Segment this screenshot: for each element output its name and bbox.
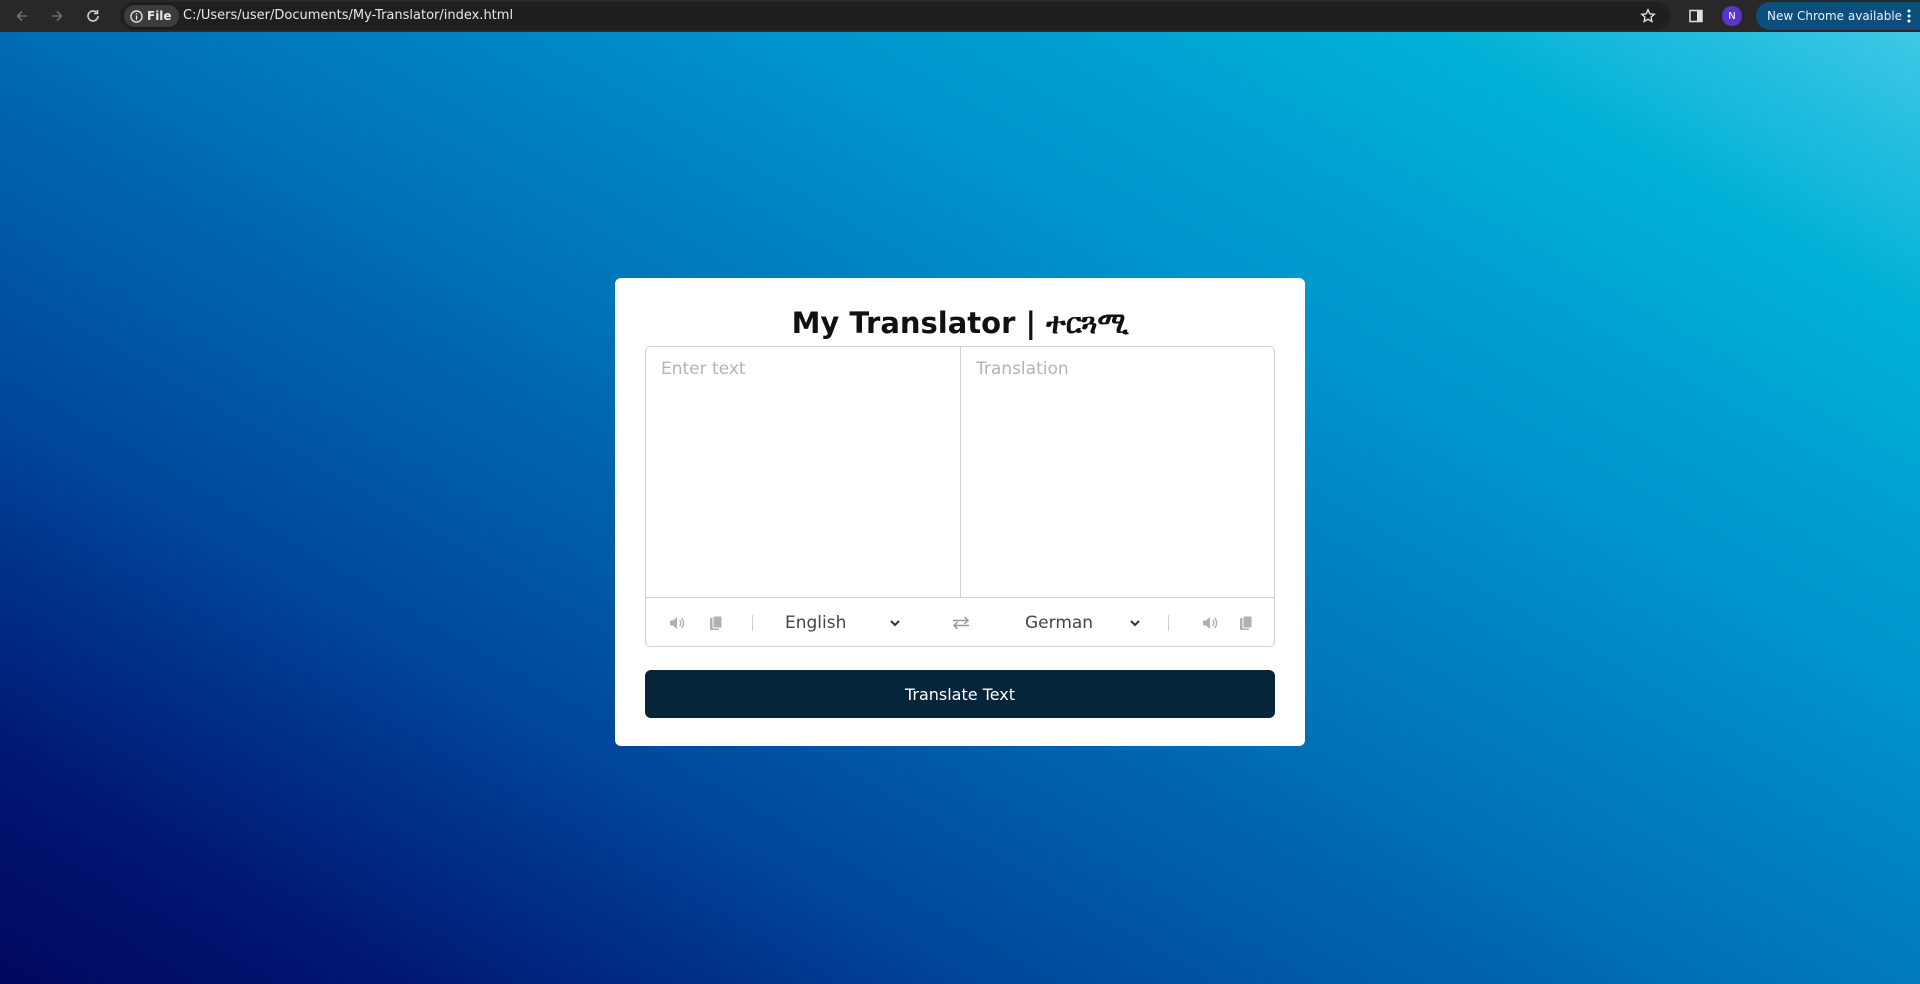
back-button[interactable] — [10, 4, 34, 28]
language-controls: English German — [646, 597, 1274, 646]
chrome-update-button[interactable]: New Chrome available — [1756, 2, 1920, 30]
side-panel-icon — [1689, 9, 1703, 23]
source-language-label: English — [785, 613, 847, 633]
text-input-container: English German — [645, 346, 1275, 647]
control-divider — [1168, 615, 1169, 631]
arrow-right-icon — [52, 10, 63, 22]
translation-output[interactable] — [961, 347, 1274, 597]
arrow-left-icon — [16, 10, 27, 22]
translator-card: My Translator | ተርጓሚ English — [615, 278, 1305, 746]
source-text-input[interactable] — [646, 347, 961, 597]
browser-toolbar: File C:/Users/user/Documents/My-Translat… — [0, 0, 1920, 32]
more-vertical-icon — [1907, 9, 1911, 23]
bookmark-button[interactable] — [1636, 4, 1660, 28]
control-divider — [752, 615, 753, 631]
target-language-label: German — [1025, 613, 1094, 633]
source-copy-button[interactable] — [705, 612, 727, 634]
star-icon — [1640, 8, 1656, 23]
site-chip-label: File — [147, 9, 172, 23]
reload-button[interactable] — [81, 4, 105, 28]
source-language-select[interactable]: English — [785, 608, 901, 638]
reload-icon — [87, 10, 99, 22]
chevron-down-icon — [890, 620, 900, 627]
swap-icon — [952, 616, 970, 630]
translate-button[interactable]: Translate Text — [645, 670, 1275, 718]
swap-languages-button[interactable] — [950, 612, 972, 634]
copy-icon — [1240, 615, 1253, 630]
volume-icon — [670, 617, 685, 629]
chevron-down-icon — [1130, 620, 1140, 627]
source-speak-button[interactable] — [666, 612, 688, 634]
page-background: My Translator | ተርጓሚ English — [0, 32, 1920, 984]
url-text[interactable]: C:/Users/user/Documents/My-Translator/in… — [183, 8, 513, 23]
target-copy-button[interactable] — [1235, 612, 1257, 634]
profile-avatar[interactable]: N — [1722, 6, 1742, 26]
update-label: New Chrome available — [1767, 9, 1903, 23]
copy-icon — [710, 615, 723, 630]
page-title: My Translator | ተርጓሚ — [791, 306, 1129, 340]
volume-icon — [1203, 617, 1218, 629]
side-panel-button[interactable] — [1684, 4, 1708, 28]
target-language-select[interactable]: German — [1025, 608, 1141, 638]
target-speak-button[interactable] — [1199, 612, 1221, 634]
forward-button[interactable] — [45, 4, 69, 28]
info-icon — [130, 9, 143, 23]
site-info-chip[interactable]: File — [124, 5, 179, 27]
